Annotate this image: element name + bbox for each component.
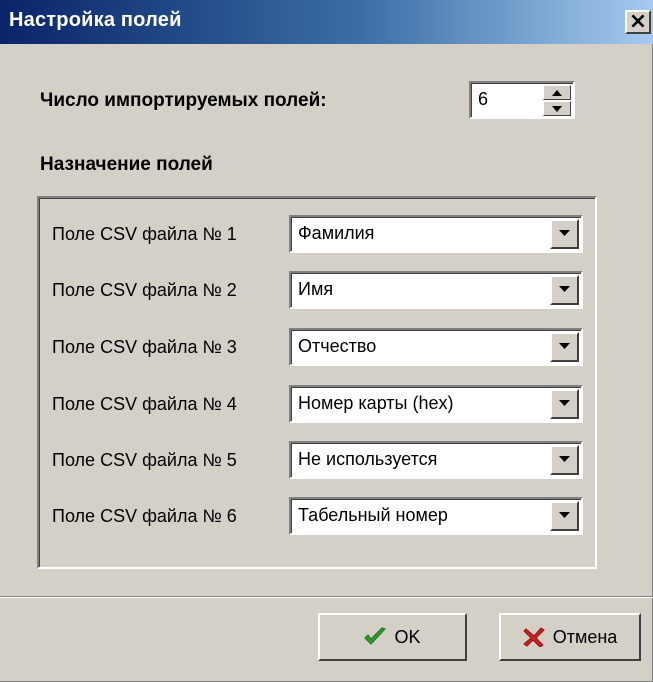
chevron-down-icon [559,286,570,292]
import-count-label: Число импортируемых полей: [40,90,327,111]
cross-icon [522,627,545,647]
ok-button-label: OK [394,626,421,647]
field-assignment-heading: Назначение полей [40,154,213,175]
select-value-6: Табельный номер [298,505,448,525]
field-settings-dialog: Настройка полей × Число импортируемых по… [0,0,653,682]
spinner-buttons [543,85,571,116]
dropdown-button-2[interactable] [550,275,579,305]
select-value-4: Номер карты (hex) [298,393,454,413]
close-icon: × [628,9,648,34]
csv-field-label-6: Поле CSV файла № 6 [52,506,237,526]
csv-field-select-5[interactable]: Не используется [289,441,583,479]
cancel-button[interactable]: Отмена [499,613,641,661]
spin-down-button[interactable] [543,101,571,116]
select-value-2: Имя [298,279,334,299]
cancel-button-label: Отмена [552,626,618,647]
dropdown-button-3[interactable] [550,332,579,362]
csv-field-select-4[interactable]: Номер карты (hex) [289,385,583,423]
chevron-down-icon [559,343,570,349]
close-button[interactable]: × [625,10,651,34]
chevron-down-icon [559,456,570,462]
dropdown-button-6[interactable] [550,501,579,531]
arrow-up-icon [552,90,562,96]
select-value-3: Отчество [298,336,377,356]
checkmark-icon [364,627,387,645]
select-value-1: Фамилия [298,223,375,243]
csv-field-select-2[interactable]: Имя [289,271,583,309]
chevron-down-icon [559,230,570,236]
spin-up-button[interactable] [543,85,571,100]
chevron-down-icon [559,400,570,406]
arrow-down-icon [552,106,562,112]
csv-field-label-3: Поле CSV файла № 3 [52,337,237,357]
csv-field-label-1: Поле CSV файла № 1 [52,224,237,244]
chevron-down-icon [559,512,570,518]
footer-separator-highlight [0,597,653,598]
select-value-5: Не используется [298,449,438,469]
import-count-spinner[interactable]: 6 [469,81,575,119]
dialog-title: Настройка полей [9,9,182,31]
ok-button[interactable]: OK [318,613,467,661]
dropdown-button-4[interactable] [550,389,579,419]
import-count-value[interactable]: 6 [478,89,488,110]
title-bar[interactable]: Настройка полей × [0,0,653,44]
dropdown-button-1[interactable] [550,219,579,249]
csv-field-label-5: Поле CSV файла № 5 [52,450,237,470]
csv-field-label-2: Поле CSV файла № 2 [52,280,237,300]
csv-field-select-1[interactable]: Фамилия [289,215,583,253]
csv-field-select-3[interactable]: Отчество [289,328,583,366]
csv-field-select-6[interactable]: Табельный номер [289,497,583,535]
dropdown-button-5[interactable] [550,445,579,475]
csv-field-label-4: Поле CSV файла № 4 [52,394,237,414]
